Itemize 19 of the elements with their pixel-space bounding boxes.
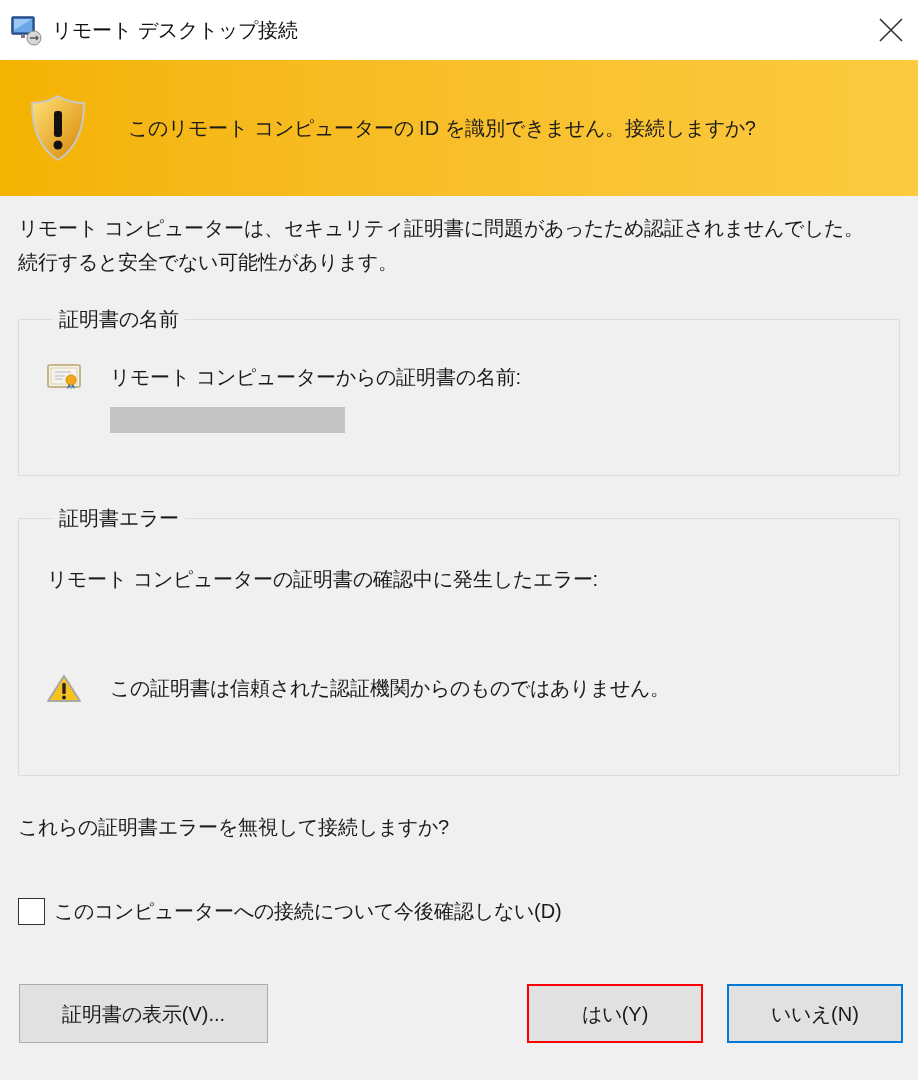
close-icon [879, 18, 903, 42]
error-intro-text: リモート コンピューターの証明書の確認中に発生したエラー: [47, 567, 600, 592]
shield-warning-icon [30, 95, 86, 161]
monitor-icon [10, 14, 42, 46]
checkbox-label: このコンピューターへの接続について今後確認しない(D) [54, 899, 562, 924]
question-text: これらの証明書エラーを無視して接続しますか? [18, 815, 451, 840]
error-message: この証明書は信頼された認証機関からのものではありません。 [110, 676, 670, 701]
certificate-name-label: リモート コンピューターからの証明書の名前: [110, 365, 522, 390]
dialog-button[interactable]: いいえ(N) [727, 984, 903, 1043]
banner-message: このリモート コンピューターの ID を識別できません。接続しますか? [128, 116, 756, 141]
checkbox[interactable] [18, 897, 45, 925]
group-legend: 証明書エラー [53, 504, 185, 532]
group-legend: 証明書の名前 [53, 305, 185, 333]
warning-message: リモート コンピューターは、セキュリティ証明書に問題があったため認証されませんでした。続行すると安全でない可能性があります。 [18, 216, 865, 275]
warning-icon [47, 674, 81, 702]
dialog-button[interactable]: 証明書の表示(V)... [19, 984, 268, 1043]
window-title: リモート デスクトップ接続 [52, 18, 298, 43]
dialog-button[interactable]: はい(Y) [527, 984, 703, 1043]
certificate-icon [47, 364, 81, 390]
